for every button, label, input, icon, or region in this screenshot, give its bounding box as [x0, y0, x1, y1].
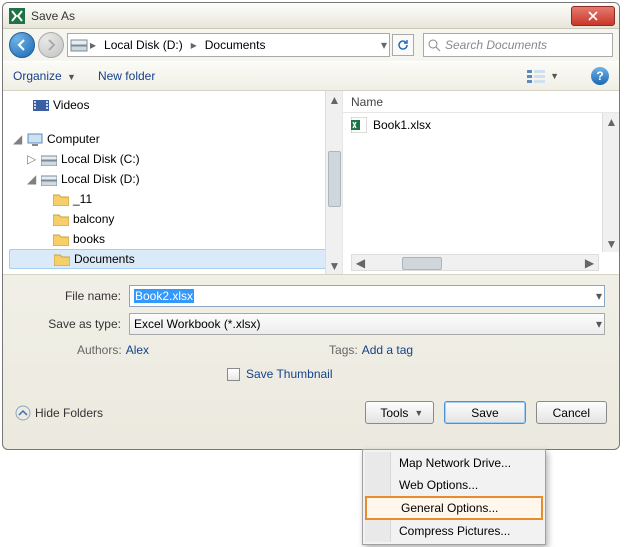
folder-tree[interactable]: Videos ◢ Computer ▷ Local Disk (C:) ◢ Lo… — [3, 91, 343, 274]
help-button[interactable]: ? — [591, 67, 609, 85]
chevron-down-icon: ▼ — [67, 72, 76, 82]
type-value: Excel Workbook (*.xlsx) — [134, 317, 260, 331]
menu-item-compress-pictures[interactable]: Compress Pictures... — [365, 520, 543, 542]
chevron-down-icon: ▼ — [550, 71, 559, 81]
close-button[interactable] — [571, 6, 615, 26]
tools-button[interactable]: Tools▼ — [365, 401, 434, 424]
chevron-up-icon — [15, 405, 31, 421]
back-button[interactable] — [9, 32, 35, 58]
file-scrollbar-v[interactable]: ▲ ▼ — [602, 113, 619, 252]
folder-icon — [54, 253, 70, 266]
column-header-name[interactable]: Name — [343, 91, 619, 113]
excel-file-icon — [351, 117, 367, 133]
window-title: Save As — [31, 9, 75, 23]
file-item[interactable]: Book1.xlsx — [343, 113, 619, 137]
drive-icon — [41, 173, 57, 186]
nav-bar: ▸ Local Disk (D:) ▸ Documents ▾ Search D… — [3, 29, 619, 61]
chevron-down-icon: ▼ — [414, 408, 423, 418]
search-placeholder: Search Documents — [445, 38, 547, 52]
arrow-left-icon — [16, 39, 28, 51]
organize-menu[interactable]: Organize ▼ — [13, 69, 76, 83]
new-folder-button[interactable]: New folder — [98, 69, 155, 83]
expand-icon[interactable]: ◢ — [13, 132, 23, 146]
tree-item-folder[interactable]: books — [9, 229, 342, 249]
tree-item-documents[interactable]: Documents — [9, 249, 334, 269]
filename-value: Book2.xlsx — [134, 289, 194, 303]
filename-input[interactable]: Book2.xlsx ▾ — [129, 285, 605, 307]
search-icon — [428, 39, 441, 52]
chevron-down-icon[interactable]: ▾ — [381, 38, 387, 52]
chevron-down-icon[interactable]: ▾ — [596, 289, 602, 303]
forward-button[interactable] — [38, 32, 64, 58]
type-label: Save as type: — [17, 317, 129, 331]
menu-item-general-options[interactable]: General Options... — [365, 496, 543, 520]
breadcrumb-seg-folder[interactable]: Documents — [199, 36, 272, 54]
folder-icon — [53, 193, 69, 206]
titlebar: Save As — [3, 3, 619, 29]
view-icon — [527, 69, 545, 83]
folder-icon — [53, 213, 69, 226]
tree-item-computer[interactable]: ◢ Computer — [9, 129, 342, 149]
close-icon — [588, 11, 598, 21]
toolbar: Organize ▼ New folder ▼ ? — [3, 61, 619, 91]
tree-scrollbar[interactable]: ▲ ▼ — [325, 91, 342, 274]
cancel-button[interactable]: Cancel — [536, 401, 607, 424]
menu-item-map-drive[interactable]: Map Network Drive... — [365, 452, 543, 474]
help-icon: ? — [596, 69, 603, 83]
scroll-down-icon[interactable]: ▼ — [326, 257, 343, 274]
file-list-pane: Name Book1.xlsx ▲ ▼ ◀ ▶ — [343, 91, 619, 274]
chevron-right-icon: ▸ — [90, 38, 96, 52]
form-area: File name: Book2.xlsx ▾ Save as type: Ex… — [3, 275, 619, 395]
drive-icon — [41, 153, 57, 166]
tree-item-folder[interactable]: balcony — [9, 209, 342, 229]
scroll-thumb[interactable] — [328, 151, 341, 207]
tags-field[interactable]: Tags:Add a tag — [329, 343, 413, 357]
hide-folders-button[interactable]: Hide Folders — [15, 405, 103, 421]
scroll-up-icon[interactable]: ▲ — [603, 113, 620, 130]
refresh-icon — [397, 39, 409, 51]
file-name: Book1.xlsx — [373, 118, 431, 132]
videos-icon — [33, 99, 49, 112]
tree-item-videos[interactable]: Videos — [9, 95, 342, 115]
drive-icon — [70, 37, 88, 53]
save-thumbnail-label: Save Thumbnail — [246, 367, 333, 381]
arrow-right-icon — [45, 39, 57, 51]
breadcrumb-seg-drive[interactable]: Local Disk (D:) — [98, 36, 189, 54]
view-options-button[interactable]: ▼ — [527, 69, 559, 83]
authors-field[interactable]: Authors:Alex — [77, 343, 149, 357]
chevron-right-icon: ▸ — [191, 38, 197, 52]
menu-item-web-options[interactable]: Web Options... — [365, 474, 543, 496]
scroll-thumb[interactable] — [402, 257, 442, 270]
expand-icon[interactable]: ◢ — [27, 172, 37, 186]
expand-icon[interactable]: ▷ — [27, 152, 37, 166]
save-as-dialog: Save As ▸ Local Disk (D:) ▸ Documents ▾ … — [2, 2, 620, 450]
search-input[interactable]: Search Documents — [423, 33, 613, 57]
scroll-right-icon[interactable]: ▶ — [581, 255, 598, 270]
save-thumbnail-checkbox[interactable] — [227, 368, 240, 381]
save-button[interactable]: Save — [444, 401, 525, 424]
scroll-down-icon[interactable]: ▼ — [603, 235, 620, 252]
body-split: Videos ◢ Computer ▷ Local Disk (C:) ◢ Lo… — [3, 91, 619, 275]
footer: Hide Folders Tools▼ Save Cancel — [3, 395, 619, 434]
scroll-left-icon[interactable]: ◀ — [352, 255, 369, 270]
type-select[interactable]: Excel Workbook (*.xlsx) ▾ — [129, 313, 605, 335]
filename-label: File name: — [17, 289, 129, 303]
tools-menu: Map Network Drive... Web Options... Gene… — [362, 449, 546, 545]
file-scrollbar-h[interactable]: ◀ ▶ — [351, 254, 599, 271]
tree-item-folder[interactable]: _11 — [9, 189, 342, 209]
refresh-button[interactable] — [392, 34, 414, 56]
folder-icon — [53, 233, 69, 246]
tree-item-drive-d[interactable]: ◢ Local Disk (D:) — [9, 169, 342, 189]
chevron-down-icon[interactable]: ▾ — [596, 317, 602, 331]
address-bar[interactable]: ▸ Local Disk (D:) ▸ Documents ▾ — [67, 33, 390, 57]
scroll-up-icon[interactable]: ▲ — [326, 91, 343, 108]
excel-app-icon — [9, 8, 25, 24]
computer-icon — [27, 133, 43, 146]
tree-item-drive-c[interactable]: ▷ Local Disk (C:) — [9, 149, 342, 169]
